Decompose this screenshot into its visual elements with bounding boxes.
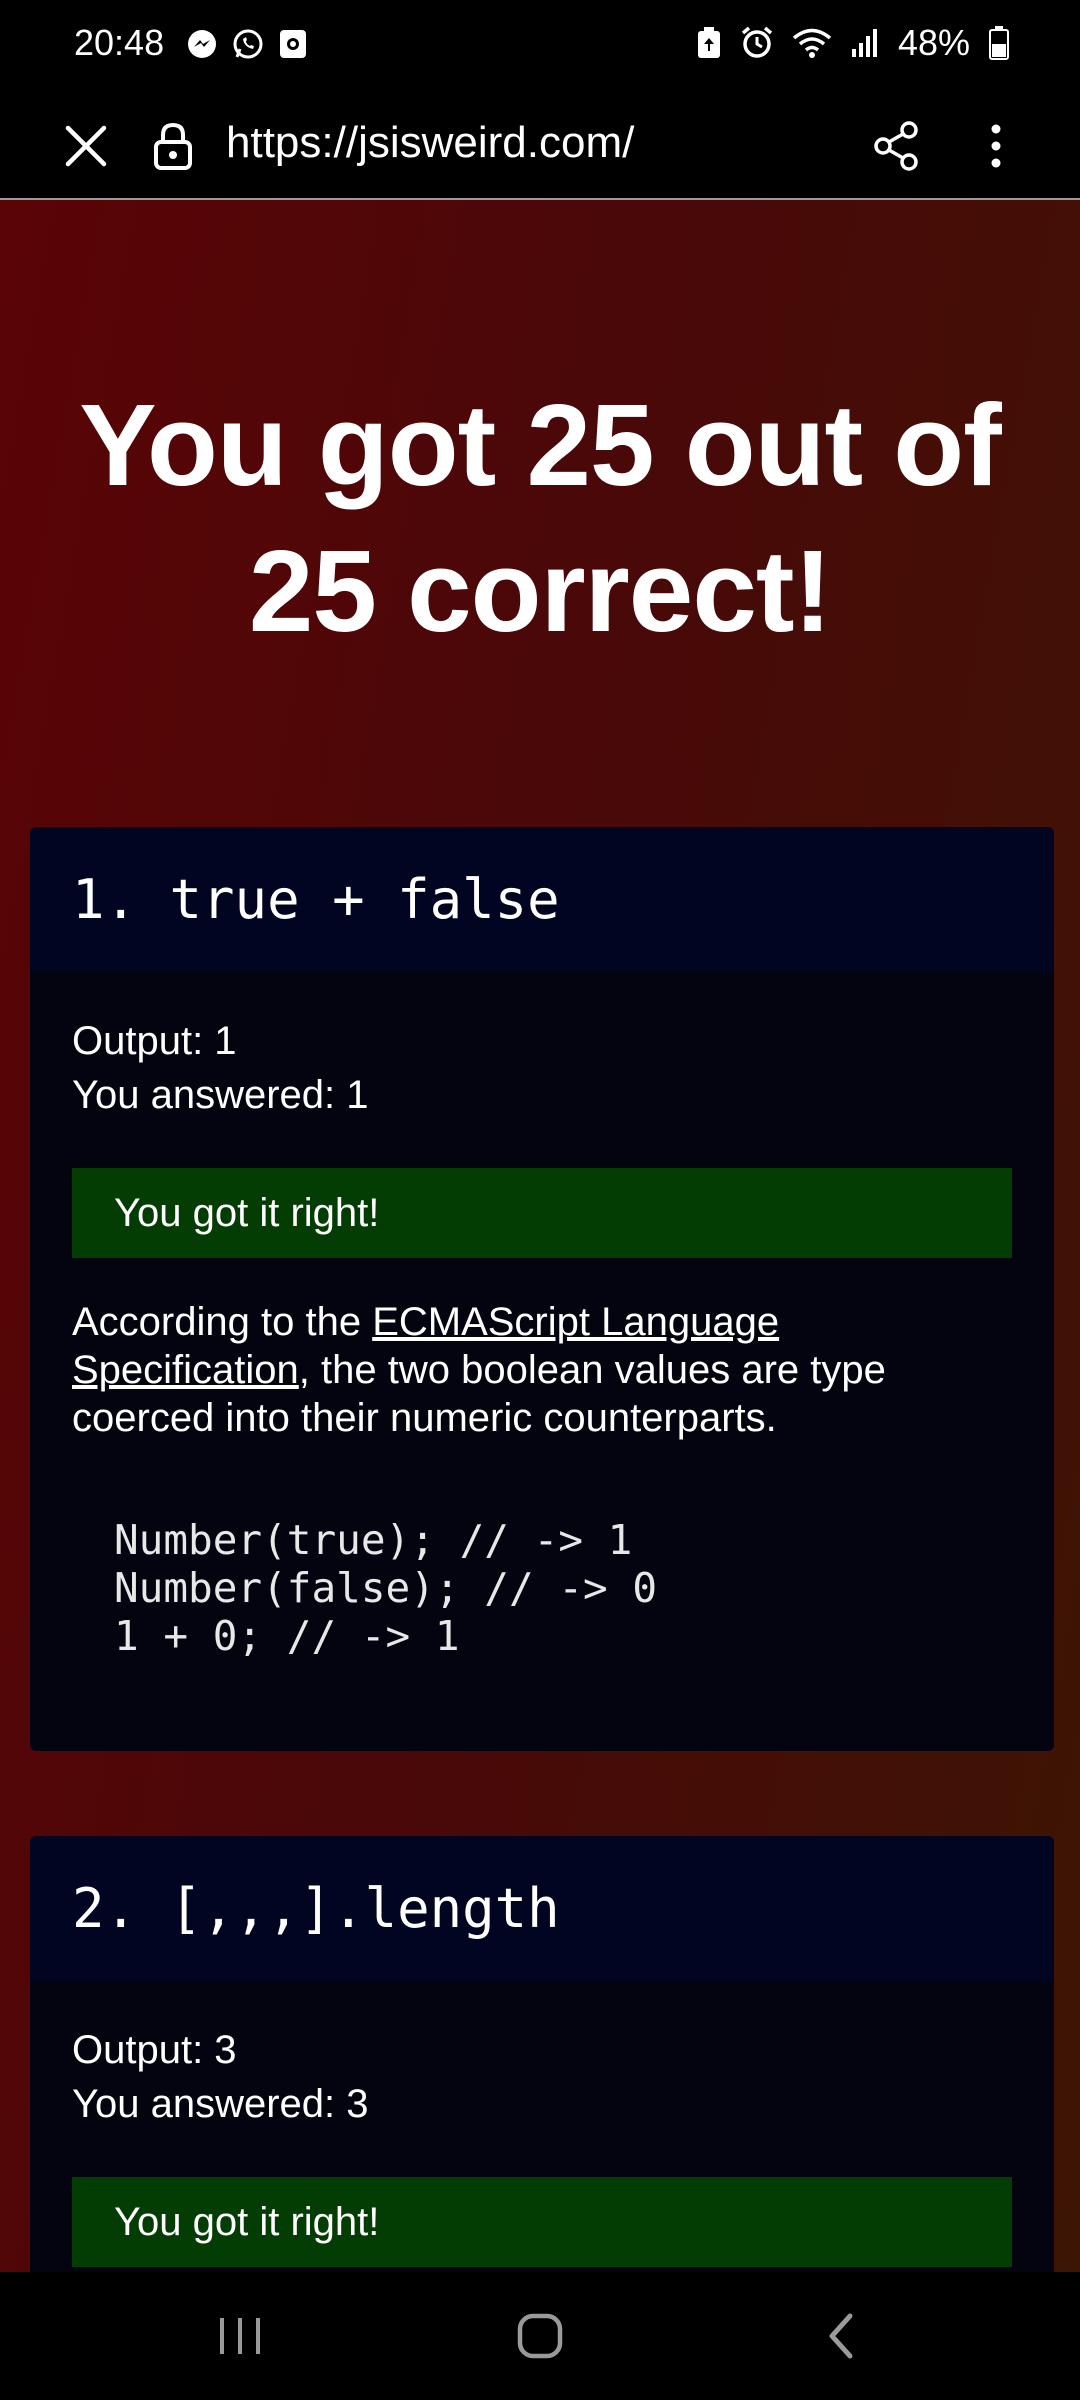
signal-icon <box>850 27 880 59</box>
messenger-icon <box>186 28 218 60</box>
status-right: 48% <box>696 22 1010 64</box>
answered-text: You answered: 1 <box>72 1073 369 1117</box>
share-icon[interactable] <box>866 114 926 178</box>
question-card: 1. true + false Output: 1 You answered: … <box>30 827 1054 1751</box>
whatsapp-icon <box>232 28 264 60</box>
navigation-bar <box>0 2272 1080 2400</box>
explanation: According to the ECMAScript Language Spe… <box>72 1298 1012 1442</box>
result-title: You got 25 out of 25 correct! <box>79 380 1002 656</box>
status-bar: 20:48 48% <box>0 0 1080 92</box>
url-field[interactable]: https://jsisweird.com/ <box>226 112 634 174</box>
battery-percent: 48% <box>897 22 970 63</box>
question-card: 2. [,,,].length Output: 3 You answered: … <box>30 1836 1054 2272</box>
question-body: Output: 3 You answered: 3 You got it rig… <box>30 1981 1054 2267</box>
code-block: Number(true); // -> 1 Number(false); // … <box>114 1516 658 1660</box>
question-body: Output: 1 You answered: 1 You got it rig… <box>30 972 1054 1660</box>
question-heading: 1. true + false <box>30 827 1054 972</box>
browser-toolbar: https://jsisweird.com/ <box>0 92 1080 200</box>
output-text: Output: 3 <box>72 2028 237 2072</box>
explanation-prefix: According to the <box>72 1300 373 1344</box>
battery-icon <box>988 25 1010 61</box>
status-time: 20:48 <box>74 22 165 63</box>
home-icon[interactable] <box>510 2306 570 2366</box>
notification-icons <box>186 28 308 60</box>
verdict-banner: You got it right! <box>72 2177 1012 2267</box>
screen-recorder-icon <box>278 28 308 60</box>
page-content[interactable]: You got 25 out of 25 correct! 1. true + … <box>0 200 1080 2272</box>
lock-icon[interactable] <box>148 116 198 176</box>
answered-text: You answered: 3 <box>72 2082 369 2126</box>
back-icon[interactable] <box>812 2306 872 2366</box>
wifi-icon <box>792 27 832 59</box>
alarm-icon <box>740 26 774 60</box>
question-heading: 2. [,,,].length <box>30 1836 1054 1981</box>
output-text: Output: 1 <box>72 1019 237 1063</box>
more-options-icon[interactable] <box>972 114 1020 178</box>
verdict-banner: You got it right! <box>72 1168 1012 1258</box>
recents-icon[interactable] <box>210 2306 270 2366</box>
close-icon[interactable] <box>56 116 116 176</box>
battery-saver-icon <box>696 26 722 60</box>
